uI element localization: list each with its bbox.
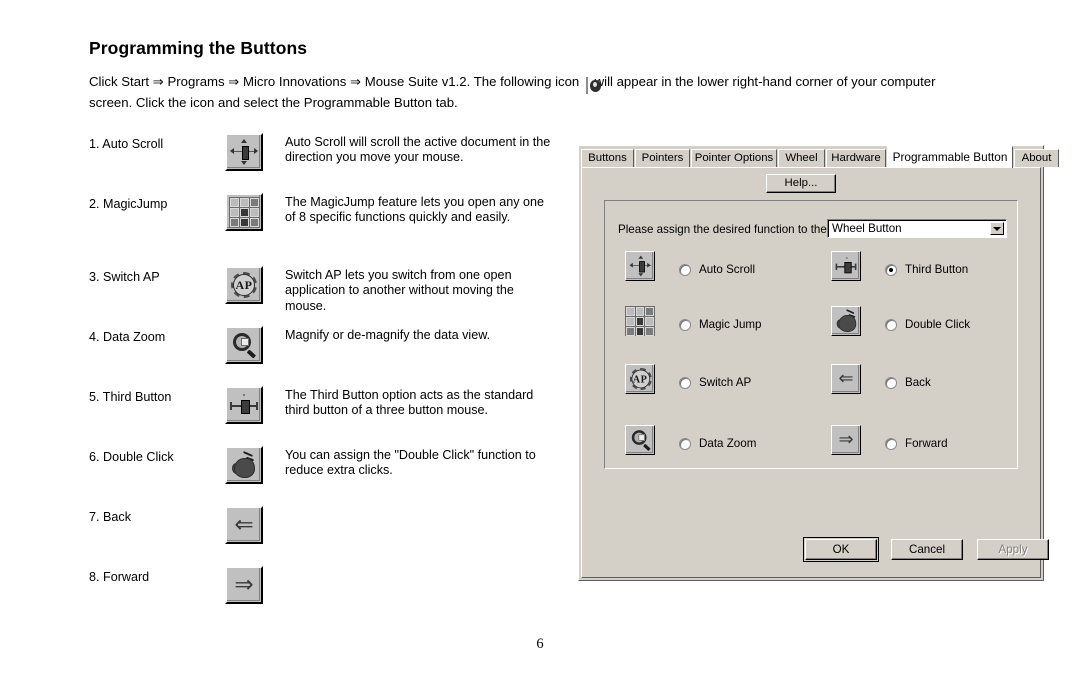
- forward-arrow-icon[interactable]: ⇒: [225, 566, 271, 612]
- ok-button[interactable]: OK: [803, 537, 879, 562]
- function-assignment-group: Please assign the desired function to th…: [604, 200, 1018, 469]
- option-data-zoom[interactable]: Data Zoom: [625, 425, 825, 471]
- option-label: Forward: [905, 437, 948, 450]
- help-button[interactable]: Help...: [766, 174, 836, 193]
- chevron-down-icon[interactable]: [990, 222, 1004, 235]
- option-label: Double Click: [905, 318, 971, 331]
- radio-back[interactable]: [885, 377, 897, 389]
- switch-ap-icon[interactable]: AP: [625, 364, 655, 394]
- list-item: 1. Auto Scroll Auto Scroll will scroll t…: [89, 133, 559, 193]
- forward-arrow-icon[interactable]: ⇒: [831, 425, 861, 455]
- feature-name: 5. Third Button: [89, 390, 172, 404]
- list-item: 3. Switch AP AP Switch AP lets you switc…: [89, 266, 559, 326]
- list-item: 5. Third Button The Third Button option …: [89, 386, 559, 446]
- auto-scroll-icon[interactable]: [625, 251, 655, 281]
- option-switch-ap[interactable]: AP Switch AP: [625, 364, 825, 410]
- tab-programmable-button[interactable]: Programmable Button: [887, 146, 1013, 168]
- back-arrow-icon[interactable]: ⇐: [831, 364, 861, 394]
- feature-description: The MagicJump feature lets you open any …: [285, 195, 545, 225]
- radio-third-button[interactable]: [885, 264, 897, 276]
- apply-button: Apply: [977, 539, 1049, 560]
- tab-wheel[interactable]: Wheel: [778, 149, 825, 167]
- list-item: 4. Data Zoom Magnify or de-magnify the d…: [89, 326, 559, 386]
- radio-magic-jump[interactable]: [679, 319, 691, 331]
- page-title: Programming the Buttons: [89, 38, 308, 58]
- option-magic-jump[interactable]: Magic Jump: [625, 306, 825, 352]
- button-select-value: Wheel Button: [832, 222, 902, 235]
- feature-name: 2. MagicJump: [89, 197, 168, 211]
- feature-name: 8. Forward: [89, 570, 150, 584]
- option-double-click[interactable]: Double Click: [831, 306, 1031, 352]
- third-button-icon[interactable]: [225, 386, 271, 432]
- button-select-dropdown[interactable]: Wheel Button: [827, 219, 1007, 238]
- intro-text-part1: Click Start ⇒ Programs ⇒ Micro Innovatio…: [89, 74, 580, 89]
- radio-forward[interactable]: [885, 438, 897, 450]
- intro-paragraph: Click Start ⇒ Programs ⇒ Micro Innovatio…: [89, 73, 979, 111]
- data-zoom-icon[interactable]: [225, 326, 271, 372]
- list-item: 7. Back ⇐: [89, 506, 559, 566]
- option-back[interactable]: ⇐ Back: [831, 364, 1031, 410]
- feature-description: You can assign the "Double Click" functi…: [285, 448, 536, 478]
- tab-strip: Buttons Pointers Pointer Options Wheel H…: [579, 146, 1059, 168]
- feature-description: Switch AP lets you switch from one open …: [285, 268, 514, 313]
- tab-buttons[interactable]: Buttons: [581, 149, 634, 167]
- tab-pointers[interactable]: Pointers: [635, 149, 690, 167]
- list-item: 8. Forward ⇒: [89, 566, 559, 626]
- radio-switch-ap[interactable]: [679, 377, 691, 389]
- radio-auto-scroll[interactable]: [679, 264, 691, 276]
- double-click-icon[interactable]: [831, 306, 861, 336]
- mouse-properties-dialog: Buttons Pointers Pointer Options Wheel H…: [578, 145, 1059, 581]
- option-label: Switch AP: [699, 376, 752, 389]
- page-number: 6: [536, 636, 544, 652]
- tab-pointer-options[interactable]: Pointer Options: [691, 149, 777, 167]
- option-label: Data Zoom: [699, 437, 757, 450]
- radio-double-click[interactable]: [885, 319, 897, 331]
- option-label: Auto Scroll: [699, 263, 756, 276]
- double-click-icon[interactable]: [225, 446, 271, 492]
- feature-name: 4. Data Zoom: [89, 330, 166, 344]
- feature-name: 1. Auto Scroll: [89, 137, 164, 151]
- data-zoom-icon[interactable]: [625, 425, 655, 455]
- option-label: Back: [905, 376, 931, 389]
- feature-description: Magnify or de-magnify the data view.: [285, 328, 491, 342]
- magic-jump-icon[interactable]: [625, 306, 655, 336]
- option-label: Third Button: [905, 263, 969, 276]
- third-button-icon[interactable]: [831, 251, 861, 281]
- list-item: 2. MagicJump The MagicJump feature lets …: [89, 193, 559, 266]
- option-forward[interactable]: ⇒ Forward: [831, 425, 1031, 471]
- list-item: 6. Double Click You can assign the "Doub…: [89, 446, 559, 506]
- feature-description: The Third Button option acts as the stan…: [285, 388, 534, 418]
- cancel-button[interactable]: Cancel: [891, 539, 963, 560]
- back-arrow-icon[interactable]: ⇐: [225, 506, 271, 552]
- feature-description: Auto Scroll will scroll the active docum…: [285, 135, 551, 165]
- option-label: Magic Jump: [699, 318, 762, 331]
- option-auto-scroll[interactable]: Auto Scroll: [625, 251, 825, 297]
- programmable-button-panel: Help... Please assign the desired functi…: [581, 167, 1041, 578]
- feature-name: 7. Back: [89, 510, 131, 524]
- assign-function-label: Please assign the desired function to th…: [618, 223, 827, 236]
- feature-name: 6. Double Click: [89, 450, 174, 464]
- dialog-button-row: OK Cancel Apply: [579, 537, 1049, 563]
- radio-data-zoom[interactable]: [679, 438, 691, 450]
- tab-about[interactable]: About: [1014, 149, 1059, 167]
- feature-name: 3. Switch AP: [89, 270, 160, 284]
- magic-jump-icon[interactable]: [225, 193, 271, 239]
- feature-list: 1. Auto Scroll Auto Scroll will scroll t…: [89, 133, 559, 626]
- switch-ap-icon[interactable]: AP: [225, 266, 271, 312]
- mouse-suite-tray-icon: [585, 77, 601, 94]
- option-third-button[interactable]: Third Button: [831, 251, 1031, 297]
- tab-hardware[interactable]: Hardware: [826, 149, 886, 167]
- auto-scroll-icon[interactable]: [225, 133, 271, 179]
